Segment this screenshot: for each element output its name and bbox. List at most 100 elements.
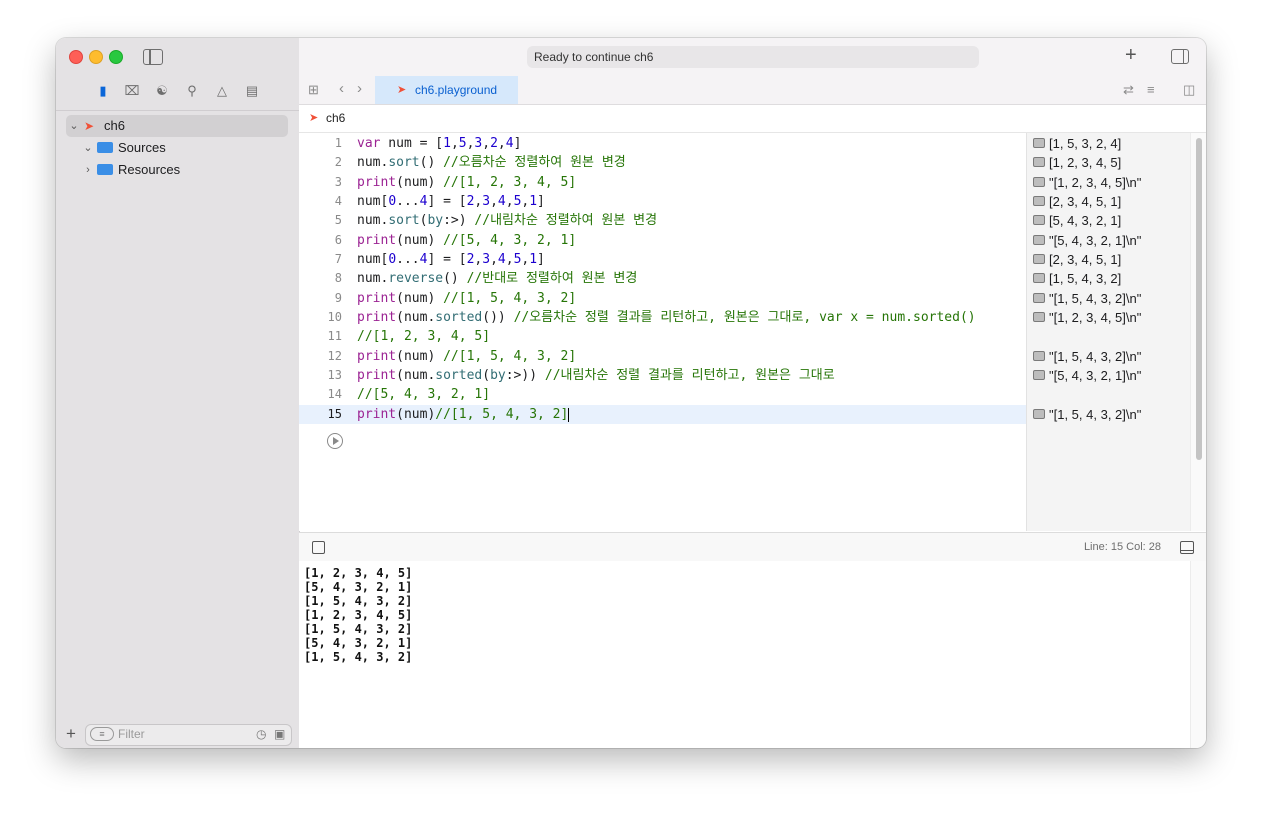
inspector-icon[interactable] bbox=[1171, 49, 1189, 64]
hide-debug-area-checkbox[interactable] bbox=[312, 541, 325, 554]
add-file-button[interactable]: + bbox=[66, 724, 76, 744]
editor-options-icon[interactable]: ≡ bbox=[1147, 82, 1155, 97]
result-row[interactable]: [1, 5, 4, 3, 2] bbox=[1027, 269, 1191, 288]
swap-icon[interactable]: ⇄ bbox=[1123, 82, 1134, 98]
quick-look-icon[interactable] bbox=[1033, 293, 1045, 303]
quick-look-icon[interactable] bbox=[1033, 138, 1045, 148]
result-row[interactable]: "[5, 4, 3, 2, 1]\n" bbox=[1027, 366, 1191, 385]
list-icon[interactable]: ▤ bbox=[243, 82, 261, 100]
scrollbar-thumb[interactable] bbox=[1196, 138, 1202, 460]
code-line: 13 print(num.sorted(by:>)) //내림차순 정렬 결과를… bbox=[299, 366, 1026, 385]
quick-look-icon[interactable] bbox=[1033, 196, 1045, 206]
code-text: print(num) //[1, 5, 4, 3, 2] bbox=[357, 291, 577, 306]
hierarchy-icon[interactable]: ☯ bbox=[153, 82, 171, 100]
filter-icon[interactable]: ≡ bbox=[90, 727, 114, 741]
quick-look-icon[interactable] bbox=[1033, 370, 1045, 380]
source-control-icon[interactable]: ⌧ bbox=[123, 82, 141, 100]
result-value: [5, 4, 3, 2, 1] bbox=[1049, 213, 1122, 228]
plus-icon[interactable]: + bbox=[1125, 44, 1137, 67]
line-number: 13 bbox=[327, 368, 342, 382]
code-text: //[5, 4, 3, 2, 1] bbox=[357, 387, 491, 402]
quick-look-icon[interactable] bbox=[1033, 157, 1045, 167]
console-line: [1, 2, 3, 4, 5] bbox=[304, 566, 413, 580]
quick-look-icon[interactable] bbox=[1033, 312, 1045, 322]
breadcrumb[interactable]: ch6 bbox=[326, 105, 345, 132]
result-row[interactable]: "[5, 4, 3, 2, 1]\n" bbox=[1027, 231, 1191, 250]
debug-area-toggle-icon[interactable] bbox=[1180, 541, 1194, 554]
result-value: "[1, 2, 3, 4, 5]\n" bbox=[1049, 310, 1142, 325]
code-line: 2 num.sort() //오름차순 정렬하여 원본 변경 bbox=[299, 153, 1026, 172]
code-text: print(num)//[1, 5, 4, 3, 2] bbox=[357, 407, 570, 422]
result-row[interactable]: [1, 5, 3, 2, 4] bbox=[1027, 134, 1191, 153]
chevron-right-icon[interactable]: › bbox=[82, 159, 94, 181]
code-line: 5 num.sort(by:>) //내림차순 정렬하여 원본 변경 bbox=[299, 211, 1026, 230]
result-row[interactable]: "[1, 5, 4, 3, 2]\n" bbox=[1027, 405, 1191, 424]
run-icon[interactable] bbox=[327, 433, 343, 449]
folder-icon bbox=[97, 142, 113, 153]
forward-icon[interactable]: › bbox=[357, 80, 362, 97]
quick-look-icon[interactable] bbox=[1033, 351, 1045, 361]
result-row[interactable]: "[1, 2, 3, 4, 5]\n" bbox=[1027, 308, 1191, 327]
result-row[interactable]: "[1, 5, 4, 3, 2]\n" bbox=[1027, 347, 1191, 366]
swift-icon: ➤ bbox=[309, 112, 319, 124]
result-value: "[1, 5, 4, 3, 2]\n" bbox=[1049, 407, 1142, 422]
console-output[interactable]: [1, 2, 3, 4, 5] [5, 4, 3, 2, 1] [1, 5, 4… bbox=[299, 561, 1190, 748]
result-row[interactable]: "[1, 5, 4, 3, 2]\n" bbox=[1027, 289, 1191, 308]
search-icon[interactable]: ⚲ bbox=[183, 82, 201, 100]
clock-icon[interactable]: ◷ bbox=[256, 727, 266, 741]
result-row[interactable]: "[1, 2, 3, 4, 5]\n" bbox=[1027, 173, 1191, 192]
line-number: 3 bbox=[334, 175, 342, 189]
quick-look-icon[interactable] bbox=[1033, 215, 1045, 225]
sidebar-toggle-icon[interactable] bbox=[143, 49, 163, 65]
line-number: 4 bbox=[334, 194, 342, 208]
warning-icon[interactable]: △ bbox=[213, 82, 231, 100]
filter-field[interactable]: ≡ Filter ◷ ▣ bbox=[85, 724, 292, 746]
chevron-down-icon[interactable]: ⌄ bbox=[82, 137, 94, 159]
quick-look-icon[interactable] bbox=[1033, 254, 1045, 264]
quick-look-icon[interactable] bbox=[1033, 235, 1045, 245]
cursor-position: Line: 15 Col: 28 bbox=[1083, 541, 1161, 553]
result-value: [1, 5, 4, 3, 2] bbox=[1049, 271, 1122, 286]
quick-look-icon[interactable] bbox=[1033, 409, 1045, 419]
folder-icon[interactable]: ▮ bbox=[94, 82, 112, 100]
filter-placeholder: Filter bbox=[118, 727, 145, 741]
filter-options-icon[interactable]: ▣ bbox=[274, 727, 285, 741]
zoom-window-button[interactable] bbox=[109, 50, 123, 64]
editor-scrollbar[interactable] bbox=[1190, 133, 1206, 531]
result-row[interactable]: [5, 4, 3, 2, 1] bbox=[1027, 211, 1191, 230]
result-row[interactable]: [1, 2, 3, 4, 5] bbox=[1027, 153, 1191, 172]
console-scrollbar[interactable] bbox=[1190, 561, 1206, 748]
back-icon[interactable]: ‹ bbox=[339, 80, 344, 97]
code-text: var num = [1,5,3,2,4] bbox=[357, 136, 522, 151]
code-line: 10 print(num.sorted()) //오름차순 정렬 결과를 리턴하… bbox=[299, 308, 1026, 327]
tab-ch6-playground[interactable]: ➤ ch6.playground bbox=[375, 76, 518, 104]
code-editor[interactable]: 1 var num = [1,5,3,2,4] 2 num.sort() //오… bbox=[299, 133, 1026, 531]
result-row[interactable]: [2, 3, 4, 5, 1] bbox=[1027, 250, 1191, 269]
split-editor-icon[interactable]: ◫ bbox=[1183, 82, 1195, 98]
result-value: [2, 3, 4, 5, 1] bbox=[1049, 252, 1122, 267]
tab-bar: ⊞ ‹ › ➤ ch6.playground ⇄ ≡ ◫ bbox=[299, 76, 1206, 105]
close-window-button[interactable] bbox=[69, 50, 83, 64]
tree-item-label: ch6 bbox=[104, 118, 125, 133]
tree-item-label: Resources bbox=[118, 162, 181, 177]
quick-look-icon[interactable] bbox=[1033, 273, 1045, 283]
tab-label: ch6.playground bbox=[415, 83, 498, 97]
grid-icon[interactable]: ⊞ bbox=[308, 82, 319, 98]
line-number: 9 bbox=[334, 291, 342, 305]
code-line: 1 var num = [1,5,3,2,4] bbox=[299, 134, 1026, 153]
code-line: 3 print(num) //[1, 2, 3, 4, 5] bbox=[299, 173, 1026, 192]
chevron-down-icon[interactable]: ⌄ bbox=[68, 115, 80, 137]
tree-item-resources[interactable]: › Resources bbox=[66, 159, 288, 181]
console-line: [5, 4, 3, 2, 1] bbox=[304, 580, 413, 594]
result-row[interactable]: [2, 3, 4, 5, 1] bbox=[1027, 192, 1191, 211]
code-text: num.sort() //오름차순 정렬하여 원본 변경 bbox=[357, 155, 626, 170]
result-value: [1, 2, 3, 4, 5] bbox=[1049, 155, 1122, 170]
quick-look-icon[interactable] bbox=[1033, 177, 1045, 187]
navigator-sidebar: ▮ ⌧ ☯ ⚲ △ ▤ ⌄ ➤ ch6 ⌄ Sources › Resource… bbox=[56, 38, 300, 748]
tree-item-ch6[interactable]: ⌄ ➤ ch6 bbox=[66, 115, 288, 137]
line-number: 15 bbox=[327, 407, 342, 421]
tree-item-sources[interactable]: ⌄ Sources bbox=[66, 137, 288, 159]
text-cursor bbox=[568, 407, 570, 422]
swift-icon: ➤ bbox=[397, 84, 407, 96]
minimize-window-button[interactable] bbox=[89, 50, 103, 64]
